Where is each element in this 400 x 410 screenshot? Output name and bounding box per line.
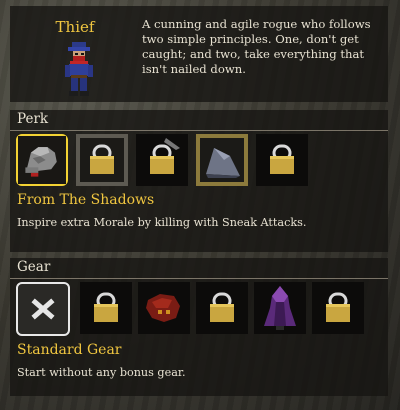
- lock-icon: [210, 292, 234, 322]
- selected-perk-description: Inspire extra Morale by killing with Sne…: [17, 216, 307, 229]
- gear-divider: [10, 278, 388, 279]
- perk-slot-locked-2[interactable]: [136, 134, 188, 186]
- perk-section-label: Perk: [17, 111, 49, 127]
- none-x-icon: [31, 298, 55, 320]
- gauntlet-icon: [18, 136, 66, 184]
- perk-slot-from-the-shadows[interactable]: [16, 134, 68, 186]
- gear-slot-red-beast[interactable]: [138, 282, 190, 334]
- thief-character-icon: [62, 42, 96, 100]
- perk-divider: [10, 130, 388, 131]
- gear-panel: Gear Standard Gear Start without any bon…: [10, 258, 388, 396]
- red-beast-icon: [146, 294, 180, 322]
- gear-slot-locked-2[interactable]: [196, 282, 248, 334]
- selected-gear-name: Standard Gear: [17, 342, 122, 358]
- class-description: A cunning and agile rogue who follows tw…: [142, 17, 371, 76]
- perk-slot-locked-1[interactable]: [76, 134, 128, 186]
- perk-slot-shark-fin[interactable]: [196, 134, 248, 186]
- perk-panel: Perk From The Shadows Inspire extra Mora…: [10, 110, 388, 252]
- gear-slot-standard[interactable]: [16, 282, 70, 336]
- selected-gear-description: Start without any bonus gear.: [17, 366, 186, 379]
- perk-slot-locked-3[interactable]: [256, 134, 308, 186]
- gear-slot-locked-1[interactable]: [80, 282, 132, 334]
- lock-icon: [94, 292, 118, 322]
- class-name: Thief: [55, 18, 95, 36]
- lock-icon: [270, 144, 294, 174]
- gear-slot-purple-cloak[interactable]: [254, 282, 306, 334]
- lock-icon: [150, 138, 180, 174]
- purple-cloak-icon: [264, 286, 296, 330]
- lock-icon: [326, 292, 350, 322]
- gear-section-label: Gear: [17, 259, 51, 275]
- gear-slot-locked-3[interactable]: [312, 282, 364, 334]
- class-info-panel: Thief A cunning and agile rogue who foll…: [10, 6, 388, 102]
- selected-perk-name: From The Shadows: [17, 192, 155, 208]
- lock-icon: [90, 144, 114, 174]
- shark-fin-icon: [206, 148, 240, 178]
